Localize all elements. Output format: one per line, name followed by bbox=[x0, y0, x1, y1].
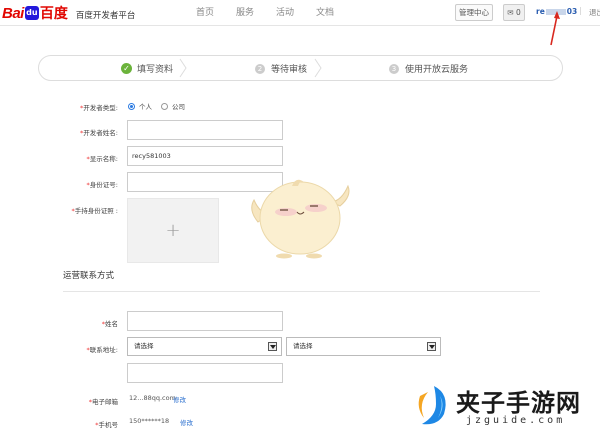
email-label: *电子邮箱 bbox=[88, 398, 118, 406]
step-fill-info: ✓ 填写资料 bbox=[121, 62, 173, 75]
nav-docs[interactable]: 文档 bbox=[316, 5, 356, 18]
nav-activities[interactable]: 活动 bbox=[276, 5, 316, 18]
username-suffix: 03 bbox=[566, 7, 578, 16]
main-nav: 首页 服务 活动 文档 bbox=[196, 5, 356, 18]
logout-link[interactable]: 退出 bbox=[589, 7, 600, 18]
address-province-select[interactable]: 请选择 bbox=[127, 337, 282, 356]
select-value: 请选择 bbox=[293, 342, 313, 350]
email-edit-link[interactable]: 修改 bbox=[173, 394, 186, 404]
step-use-cloud: 3 使用开放云服务 bbox=[389, 62, 468, 75]
manage-center-button[interactable]: 管理中心 bbox=[455, 4, 493, 21]
id-photo-label: *手持身份证照 : bbox=[71, 207, 118, 215]
contact-section-title: 运营联系方式 bbox=[63, 271, 115, 281]
nav-home[interactable]: 首页 bbox=[196, 5, 236, 18]
email-value: 12...88qq.com bbox=[129, 394, 176, 402]
phone-value: 150******18 bbox=[129, 417, 170, 425]
platform-name: 百度开发者平台 bbox=[75, 11, 136, 21]
radio-label: 个人 bbox=[139, 103, 152, 111]
annotation-arrow-icon bbox=[550, 11, 560, 46]
radio-selected-icon bbox=[128, 102, 135, 110]
developer-registration-page: Bai du 百度 百度开发者平台 首页 服务 活动 文档 管理中心 ✉ 0 r… bbox=[0, 0, 600, 432]
message-button[interactable]: ✉ 0 bbox=[503, 4, 525, 21]
contact-name-label: *姓名 bbox=[101, 320, 118, 328]
phone-edit-link[interactable]: 修改 bbox=[180, 417, 193, 427]
display-name-input[interactable]: recy581003 bbox=[127, 146, 283, 166]
mail-icon: ✉ bbox=[507, 8, 514, 17]
site-watermark: 夹子手游网 jzguide.com bbox=[410, 382, 600, 432]
logo-bai-text: Bai bbox=[2, 4, 24, 22]
mascot-chick-icon bbox=[251, 179, 350, 259]
paw-icon: du bbox=[24, 6, 39, 20]
phone-label: *手机号 bbox=[95, 421, 118, 429]
radio-company[interactable]: 公司 bbox=[161, 101, 185, 111]
dropdown-arrow-icon bbox=[427, 342, 436, 351]
developer-name-label: *开发者姓名: bbox=[80, 129, 118, 137]
select-value: 请选择 bbox=[134, 342, 154, 350]
dropdown-arrow-icon bbox=[268, 342, 277, 351]
watermark-logo-icon bbox=[418, 386, 446, 425]
watermark-url: jzguide.com bbox=[466, 415, 566, 426]
step-number: 3 bbox=[389, 63, 399, 74]
header-separator: | bbox=[579, 6, 582, 15]
watermark-title: 夹子手游网 bbox=[456, 388, 581, 417]
radio-label: 公司 bbox=[172, 103, 185, 111]
section-divider bbox=[63, 291, 540, 292]
step-wait-review: 2 等待审核 bbox=[255, 62, 307, 75]
plus-icon: + bbox=[165, 220, 181, 241]
radio-unselected-icon bbox=[161, 102, 168, 110]
chevron-right-icon bbox=[314, 58, 322, 78]
step-label: 等待审核 bbox=[271, 65, 308, 75]
check-icon: ✓ bbox=[121, 63, 132, 74]
baidu-logo[interactable]: Bai du 百度 百度开发者平台 bbox=[2, 3, 135, 23]
address-detail-input[interactable] bbox=[127, 363, 283, 383]
registration-steps: ✓ 填写资料 2 等待审核 3 使用开放云服务 bbox=[38, 55, 563, 81]
developer-type-label: *开发者类型: bbox=[80, 104, 118, 112]
contact-name-input[interactable] bbox=[127, 311, 283, 331]
address-city-select[interactable]: 请选择 bbox=[286, 337, 441, 356]
step-label: 使用开放云服务 bbox=[405, 65, 469, 75]
id-photo-upload-button[interactable]: + bbox=[127, 198, 219, 263]
radio-personal[interactable]: 个人 bbox=[128, 101, 152, 111]
chevron-right-icon bbox=[179, 58, 187, 78]
display-name-label: *显示名称: bbox=[86, 155, 118, 163]
nav-services[interactable]: 服务 bbox=[236, 5, 276, 18]
top-header: Bai du 百度 百度开发者平台 首页 服务 活动 文档 管理中心 ✉ 0 r… bbox=[0, 0, 600, 26]
message-count: 0 bbox=[515, 8, 521, 17]
developer-name-input[interactable] bbox=[127, 120, 283, 140]
step-label: 填写资料 bbox=[137, 65, 174, 75]
address-label: *联系地址: bbox=[86, 346, 118, 354]
username-prefix: re bbox=[536, 7, 545, 16]
step-number: 2 bbox=[255, 63, 265, 74]
id-number-label: *身份证号: bbox=[86, 181, 118, 189]
logo-du-text: 百度 bbox=[39, 5, 68, 21]
